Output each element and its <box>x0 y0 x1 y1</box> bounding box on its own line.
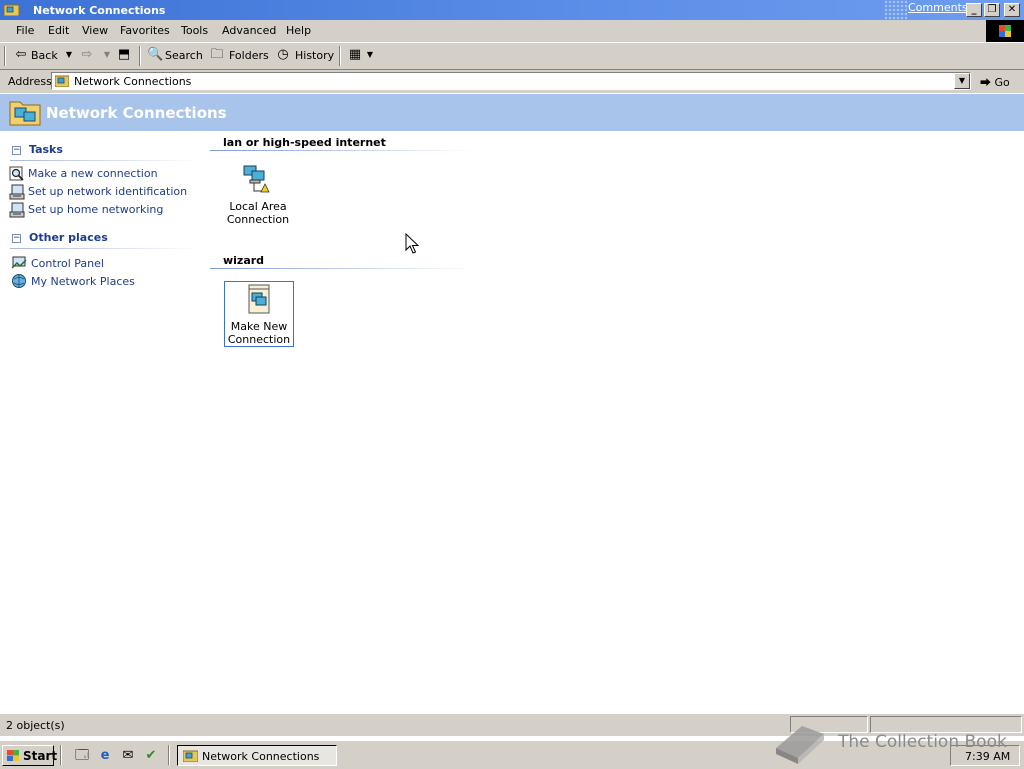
back-dropdown-icon[interactable]: ▼ <box>62 48 76 62</box>
menu-help[interactable]: Help <box>286 24 311 37</box>
toolbar: ⇦ Back ▼ ⇨ ▼ ⬒ 🔍 Search 🗀 Folders ◷ Hist… <box>0 43 1024 70</box>
forward-arrow-icon[interactable]: ⇨ <box>80 48 94 62</box>
views-dropdown-icon[interactable]: ▼ <box>363 48 377 62</box>
address-dropdown-button[interactable]: ▼ <box>954 73 970 89</box>
up-folder-icon[interactable]: ⬒ <box>117 48 131 62</box>
lan-connection-icon <box>243 165 270 193</box>
group-heading-lan: lan or high-speed internet <box>223 136 386 149</box>
task-setup-network-identification[interactable]: Set up network identification <box>28 185 187 198</box>
status-object-count: 2 object(s) <box>6 719 65 732</box>
network-connections-folder-icon <box>9 101 41 126</box>
magnifier-icon <box>9 166 24 181</box>
network-places-icon <box>12 274 26 288</box>
go-button[interactable]: ⮕ Go <box>980 74 1010 90</box>
task-make-new-connection[interactable]: Make a new connection <box>28 167 158 180</box>
local-area-connection-label-1: Local Area <box>229 200 287 213</box>
comments-link[interactable]: Comments? <box>908 1 973 14</box>
media-player-icon[interactable]: ✔ <box>143 748 159 764</box>
show-desktop-icon[interactable]: 🗔 <box>74 748 90 764</box>
go-arrow-icon: ⮕ <box>980 76 991 89</box>
back-button[interactable]: Back <box>31 49 58 62</box>
menu-tools[interactable]: Tools <box>181 24 208 37</box>
book-icon <box>776 726 824 764</box>
other-places-collapse-toggle[interactable]: − <box>12 234 21 243</box>
windows-logo <box>986 20 1024 42</box>
minimize-button[interactable]: _ <box>966 3 982 17</box>
search-icon[interactable]: 🔍 <box>147 48 163 62</box>
folders-icon[interactable]: 🗀 <box>210 48 224 62</box>
menu-view[interactable]: View <box>82 24 108 37</box>
taskbar-window-network-connections[interactable]: Network Connections <box>177 745 337 766</box>
taskbar-separator <box>60 745 62 765</box>
menu-advanced[interactable]: Advanced <box>222 24 276 37</box>
watermark: The Collection Book <box>772 720 1024 768</box>
network-folder-icon <box>55 75 69 87</box>
make-new-connection-label-2: Connection <box>227 333 291 346</box>
internet-explorer-icon[interactable]: e <box>97 748 113 764</box>
tasks-collapse-toggle[interactable]: − <box>12 146 21 155</box>
menu-bar: File Edit View Favorites Tools Advanced … <box>0 20 1024 43</box>
home-network-icon <box>9 202 25 218</box>
tasks-heading[interactable]: Tasks <box>29 143 63 156</box>
folder-banner: Network Connections <box>0 94 1024 131</box>
windows-flag-icon <box>999 25 1011 37</box>
address-bar: Address Network Connections ▼ ⮕ Go <box>0 70 1024 93</box>
menu-file[interactable]: File <box>16 24 34 37</box>
history-button[interactable]: History <box>295 49 334 62</box>
taskbar-window-label: Network Connections <box>202 750 320 763</box>
minimize-icon: _ <box>971 4 977 15</box>
windows-flag-icon <box>7 750 19 761</box>
forward-dropdown-icon[interactable]: ▼ <box>100 48 114 62</box>
page-title: Network Connections <box>46 104 227 122</box>
restore-icon: ❐ <box>987 4 997 15</box>
title-decoration <box>884 0 908 20</box>
network-folder-icon <box>183 750 198 762</box>
watermark-text: The Collection Book <box>838 732 1007 752</box>
toolbar-grip <box>4 46 6 66</box>
local-area-connection-item[interactable]: Local Area Connection <box>223 164 293 226</box>
section-divider <box>10 160 200 161</box>
mouse-cursor-icon <box>405 233 419 254</box>
back-arrow-icon[interactable]: ⇦ <box>14 48 28 62</box>
group-heading-wizard: wizard <box>223 254 265 267</box>
make-new-connection-label-1: Make New <box>230 320 288 333</box>
go-label: Go <box>994 76 1010 89</box>
address-input[interactable]: Network Connections ▼ <box>51 72 971 90</box>
place-control-panel[interactable]: Control Panel <box>31 257 104 270</box>
close-icon: ✕ <box>1007 4 1017 15</box>
task-setup-home-networking[interactable]: Set up home networking <box>28 203 163 216</box>
close-button[interactable]: ✕ <box>1004 3 1020 17</box>
other-places-heading[interactable]: Other places <box>29 231 108 244</box>
folders-button[interactable]: Folders <box>229 49 269 62</box>
toolbar-separator <box>339 46 341 66</box>
network-folder-icon <box>4 4 19 16</box>
search-button[interactable]: Search <box>165 49 203 62</box>
control-panel-icon <box>11 256 27 269</box>
section-divider <box>10 248 200 249</box>
new-connection-wizard-icon <box>248 284 270 314</box>
menu-favorites[interactable]: Favorites <box>120 24 170 37</box>
group-divider <box>210 268 505 269</box>
address-value: Network Connections <box>74 75 192 88</box>
title-bar[interactable]: Network Connections Comments? _ ❐ ✕ <box>0 0 1024 20</box>
start-label: Start <box>23 749 58 763</box>
group-divider <box>210 150 505 151</box>
place-my-network-places[interactable]: My Network Places <box>31 275 135 288</box>
toolbar-separator <box>139 46 141 66</box>
local-area-connection-label-2: Connection <box>226 213 290 226</box>
address-label: Address <box>8 75 52 88</box>
taskbar-separator <box>168 745 170 765</box>
history-icon[interactable]: ◷ <box>276 48 290 62</box>
outlook-express-icon[interactable]: ✉ <box>120 748 136 764</box>
window-title: Network Connections <box>33 4 166 17</box>
start-button[interactable]: Start <box>2 745 58 766</box>
make-new-connection-item[interactable]: Make New Connection <box>224 281 294 347</box>
menu-edit[interactable]: Edit <box>48 24 69 37</box>
network-setup-icon <box>9 184 25 200</box>
views-icon[interactable]: ▦ <box>348 48 362 62</box>
restore-button[interactable]: ❐ <box>984 3 1000 17</box>
chevron-down-icon: ▼ <box>958 76 966 85</box>
